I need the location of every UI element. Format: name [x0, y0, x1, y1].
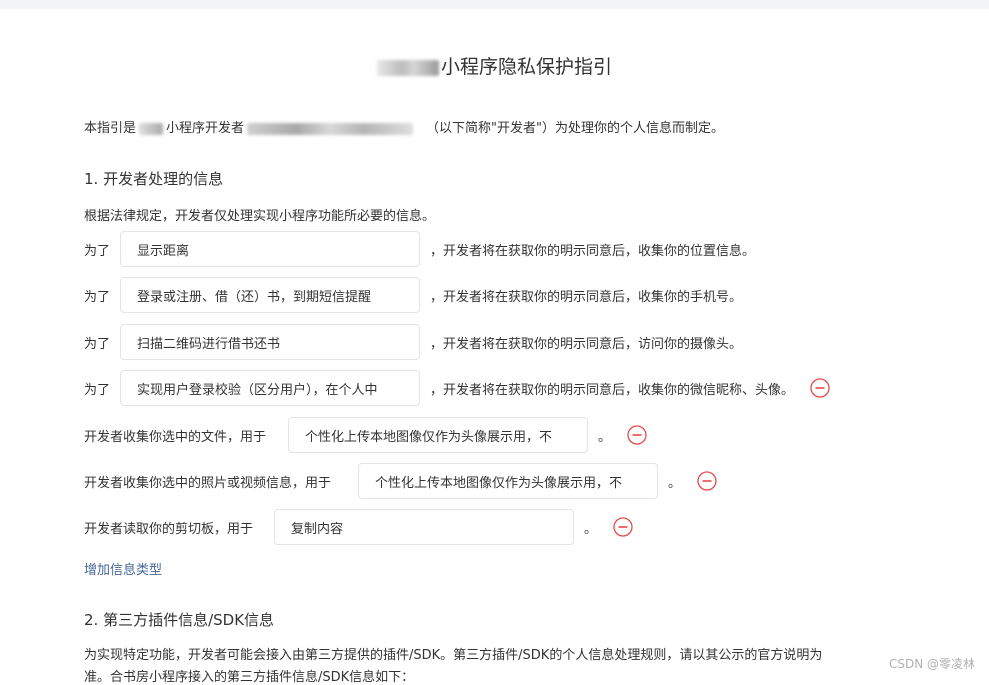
purpose-input[interactable]: 个性化上传本地图像仅作为头像展示用，不: [358, 463, 658, 499]
info-row-phone: 为了 登录或注册、借（还）书，到期短信提醒 ，开发者将在获取你的明示同意后，收集…: [84, 277, 742, 313]
remove-circle-icon[interactable]: [613, 517, 633, 537]
info-row-clipboard: 开发者读取你的剪切板，用于 复制内容 。: [84, 509, 633, 545]
info-row-photo: 开发者收集你选中的照片或视频信息，用于 个性化上传本地图像仅作为头像展示用，不 …: [84, 463, 717, 499]
purpose-input[interactable]: 扫描二维码进行借书还书: [120, 324, 420, 360]
remove-circle-icon[interactable]: [697, 471, 717, 491]
purpose-input[interactable]: 复制内容: [274, 509, 574, 545]
section1-desc: 根据法律规定，开发者仅处理实现小程序功能所必要的信息。: [84, 209, 436, 224]
section2-line2: 准。合书房小程序接入的第三方插件信息/SDK信息如下：: [84, 670, 415, 685]
redacted-name: [139, 122, 164, 135]
redacted-name: [376, 59, 439, 76]
info-row-file: 开发者收集你选中的文件，用于 个性化上传本地图像仅作为头像展示用，不 。: [84, 417, 647, 453]
add-info-type-link[interactable]: 增加信息类型: [84, 559, 162, 578]
intro-text: 本指引是 小程序开发者 （以下简称"开发者"）为处理你的个人信息而制定。: [84, 121, 724, 136]
purpose-input[interactable]: 登录或注册、借（还）书，到期短信提醒: [120, 277, 420, 313]
section1-heading: 1. 开发者处理的信息: [84, 170, 224, 188]
page-title: 小程序隐私保护指引: [0, 52, 989, 79]
section2-heading: 2. 第三方插件信息/SDK信息: [84, 611, 275, 629]
purpose-input[interactable]: 个性化上传本地图像仅作为头像展示用，不: [288, 417, 588, 453]
redacted-developer: [247, 122, 414, 135]
info-row-camera: 为了 扫描二维码进行借书还书 ，开发者将在获取你的明示同意后，访问你的摄像头。: [84, 324, 742, 360]
info-row-profile: 为了 实现用户登录校验（区分用户），在个人中 ，开发者将在获取你的明示同意后，收…: [84, 370, 830, 406]
purpose-input[interactable]: 显示距离: [120, 231, 420, 267]
section2-line1: 为实现特定功能，开发者可能会接入由第三方提供的插件/SDK。第三方插件/SDK的…: [84, 648, 823, 663]
info-row-location: 为了 显示距离 ，开发者将在获取你的明示同意后，收集你的位置信息。: [84, 231, 755, 267]
top-bar: [0, 0, 989, 9]
remove-circle-icon[interactable]: [627, 425, 647, 445]
remove-circle-icon[interactable]: [810, 378, 830, 398]
csdn-watermark: CSDN @零凌林: [888, 657, 975, 671]
purpose-input[interactable]: 实现用户登录校验（区分用户），在个人中: [120, 370, 420, 406]
